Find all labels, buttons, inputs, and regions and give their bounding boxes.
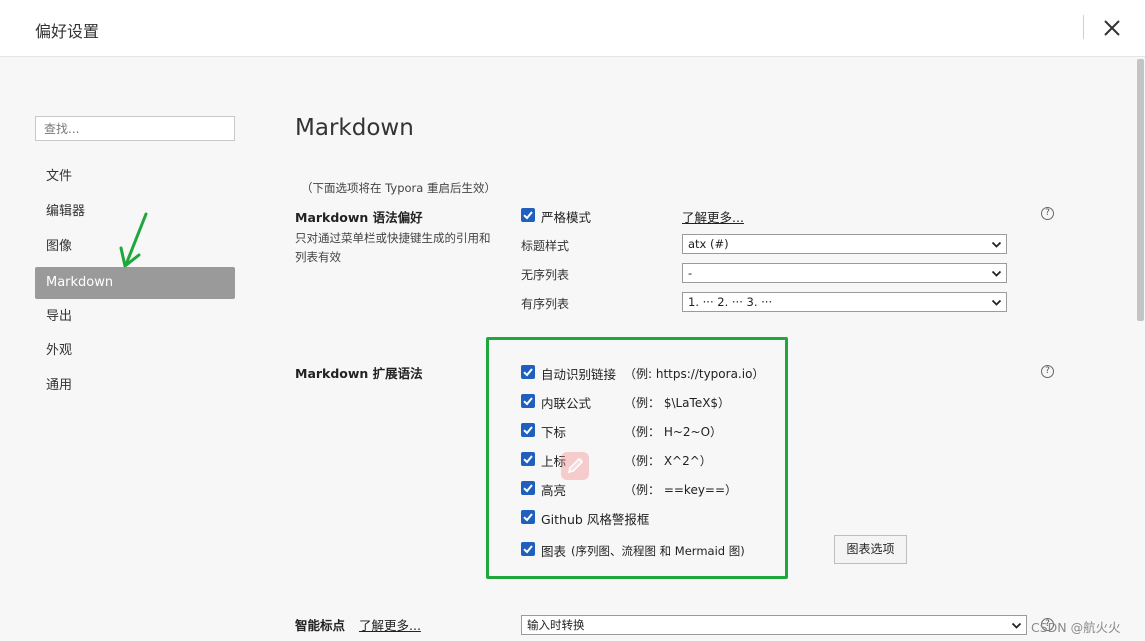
sidebar-item-general[interactable]: 通用 xyxy=(35,370,235,402)
autolink-example: （例: https://typora.io） xyxy=(624,367,765,381)
highlight-example: （例： ==key==） xyxy=(624,483,738,497)
smart-punct-value: 输入时转换 xyxy=(527,618,585,632)
strict-mode-checkbox[interactable] xyxy=(521,208,535,222)
heading-style-value: atx (#) xyxy=(688,237,729,251)
inline-math-label: 内联公式 xyxy=(541,396,592,411)
subscript-label: 下标 xyxy=(541,425,567,440)
diagrams-label: 图表 xyxy=(541,544,567,559)
chevron-down-icon xyxy=(991,299,1002,306)
checkmark-icon xyxy=(523,368,533,377)
title-bar: 偏好设置 xyxy=(0,0,1145,57)
chevron-down-icon xyxy=(991,241,1002,248)
edit-overlay-icon[interactable] xyxy=(561,452,589,480)
scrollbar[interactable] xyxy=(1135,57,1145,641)
sidebar-item-file[interactable]: 文件 xyxy=(35,161,235,193)
github-alert-label: Github 风格警报框 xyxy=(541,512,650,527)
unordered-list-label: 无序列表 xyxy=(521,268,570,282)
checkmark-icon xyxy=(523,426,533,435)
help-icon[interactable]: ? xyxy=(1041,207,1054,220)
superscript-example: （例： X^2^） xyxy=(624,454,712,468)
unordered-list-select[interactable]: - xyxy=(682,263,1007,283)
inline-math-checkbox[interactable] xyxy=(521,394,535,408)
syntax-pref-description: 只对通过菜单栏或快捷键生成的引用和列表有效 xyxy=(295,231,491,264)
autolink-label: 自动识别链接 xyxy=(541,367,617,382)
strict-mode-label: 严格模式 xyxy=(541,210,592,225)
help-icon[interactable]: ? xyxy=(1041,365,1054,378)
checkmark-icon xyxy=(523,211,533,220)
github-alert-checkbox[interactable] xyxy=(521,510,535,524)
page-title: Markdown xyxy=(295,115,414,141)
checkmark-icon xyxy=(523,455,533,464)
checkmark-icon xyxy=(523,513,533,522)
inline-math-example: （例： $\LaTeX$） xyxy=(624,396,731,410)
sidebar-item-export[interactable]: 导出 xyxy=(35,301,235,333)
ordered-list-label: 有序列表 xyxy=(521,297,570,311)
scrollbar-thumb[interactable] xyxy=(1137,59,1144,321)
diagrams-checkbox[interactable] xyxy=(521,542,535,556)
subscript-checkbox[interactable] xyxy=(521,423,535,437)
checkmark-icon xyxy=(523,397,533,406)
title-separator xyxy=(1083,15,1084,39)
syntax-pref-title: Markdown 语法偏好 xyxy=(295,210,423,225)
diagrams-example: (序列图、流程图 和 Mermaid 图) xyxy=(571,544,745,558)
smart-punct-title: 智能标点 xyxy=(295,618,346,633)
smart-punct-learn-more-link[interactable]: 了解更多... xyxy=(359,615,421,634)
autolink-checkbox[interactable] xyxy=(521,365,535,379)
ordered-list-value: 1. ··· 2. ··· 3. ··· xyxy=(688,295,773,309)
close-button[interactable] xyxy=(1098,14,1126,42)
learn-more-link[interactable]: 了解更多... xyxy=(682,207,744,226)
window-title: 偏好设置 xyxy=(35,22,100,41)
search-input[interactable] xyxy=(35,116,235,141)
highlight-checkbox[interactable] xyxy=(521,481,535,495)
chevron-down-icon xyxy=(991,270,1002,277)
smart-punct-select[interactable]: 输入时转换 xyxy=(521,615,1027,635)
heading-style-label: 标题样式 xyxy=(521,239,570,253)
chevron-down-icon xyxy=(1011,622,1022,629)
sidebar-item-appearance[interactable]: 外观 xyxy=(35,335,235,367)
ordered-list-select[interactable]: 1. ··· 2. ··· 3. ··· xyxy=(682,292,1007,312)
subscript-example: （例： H~2~O） xyxy=(624,425,723,439)
watermark: CSDN @航火火 xyxy=(1031,620,1121,635)
checkmark-icon xyxy=(523,545,533,554)
annotation-arrow-icon xyxy=(119,212,148,268)
close-icon xyxy=(1104,20,1120,36)
highlight-label: 高亮 xyxy=(541,483,567,498)
superscript-checkbox[interactable] xyxy=(521,452,535,466)
restart-note: （下面选项将在 Typora 重启后生效） xyxy=(301,181,496,195)
pencil-icon xyxy=(567,457,584,474)
unordered-list-value: - xyxy=(688,266,693,280)
extended-syntax-title: Markdown 扩展语法 xyxy=(295,366,423,381)
heading-style-select[interactable]: atx (#) xyxy=(682,234,1007,254)
checkmark-icon xyxy=(523,484,533,493)
chart-options-button[interactable]: 图表选项 xyxy=(834,535,907,564)
